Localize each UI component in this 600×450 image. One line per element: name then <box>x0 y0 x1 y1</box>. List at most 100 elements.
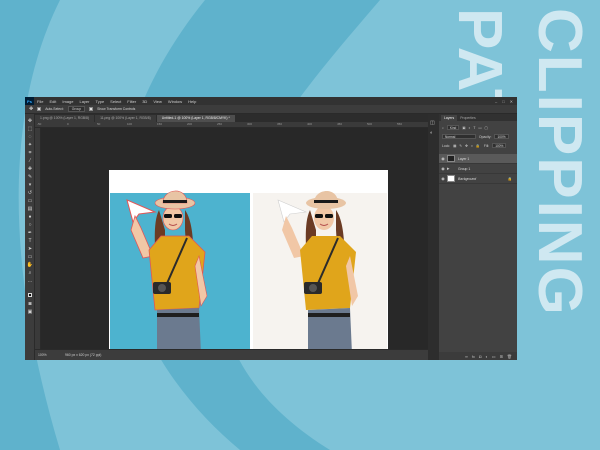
tools-panel: ✥ ⬚ ◌ ✦ ⌗ ⁄ ✚ ✎ ▾ ↺ ▭ ▤ ● ○ ✒ T ➤ ▭ ✋ ⌕ … <box>25 114 35 360</box>
panel-tabs: Layers Properties <box>439 114 517 121</box>
path-select-icon[interactable]: ➤ <box>27 247 33 252</box>
visibility-eye-icon[interactable]: ◉ <box>439 176 447 181</box>
photoshop-window: Ps File Edit Image Layer Type Select Fil… <box>25 97 517 360</box>
fill-input[interactable]: 100% <box>492 143 507 148</box>
mask-icon[interactable]: ◘ <box>479 354 481 359</box>
lasso-icon[interactable]: ◌ <box>27 135 33 140</box>
visibility-eye-icon[interactable]: ◉ <box>439 156 447 161</box>
maximize-button[interactable]: □ <box>502 99 504 104</box>
ruler-tick: 150 <box>157 122 163 126</box>
kind-filter-dropdown[interactable]: Kind <box>446 125 460 130</box>
fill-label: Fill: <box>483 143 490 148</box>
tab-layers[interactable]: Layers <box>441 115 458 121</box>
tab-document-active[interactable]: Untitled-1 @ 100% (Layer 1, RGB/8/CMYK) … <box>156 115 235 122</box>
move-icon[interactable]: ✥ <box>27 119 33 124</box>
trash-icon[interactable]: 🗑 <box>507 354 512 359</box>
ruler-tick: 100 <box>127 122 133 126</box>
search-icon: ⌕ <box>442 125 444 130</box>
layers-panel-footer: ∞ fx ◘ ◐ ▭ ⊞ 🗑 <box>439 352 517 360</box>
ruler-tick: 350 <box>277 122 283 126</box>
brush-icon[interactable]: ✎ <box>27 175 33 180</box>
status-bar: 100% 960 px x 620 px (72 ppi) <box>35 349 428 360</box>
eraser-icon[interactable]: ▭ <box>27 199 33 204</box>
show-transform-checkbox[interactable] <box>89 107 94 111</box>
ruler-tick: 200 <box>187 122 193 126</box>
filter-icons[interactable]: ▣ ◐ T ▭ ▢ <box>462 126 488 130</box>
colors-icon[interactable] <box>27 292 33 297</box>
dodge-icon[interactable]: ○ <box>27 223 33 228</box>
eyedropper-icon[interactable]: ⁄ <box>27 159 33 164</box>
minimize-button[interactable]: – <box>495 99 497 104</box>
type-icon[interactable]: T <box>27 239 33 244</box>
menu-image[interactable]: Image <box>59 99 76 104</box>
visibility-eye-icon[interactable]: ◉ <box>439 166 447 171</box>
ruler-tick: 400 <box>307 122 313 126</box>
menu-help[interactable]: Help <box>185 99 199 104</box>
blend-mode-dropdown[interactable]: Normal <box>442 134 476 139</box>
lock-row: Lock: ▦ ✎ ✥ ⌗ 🔒 Fill: 100% <box>442 143 507 148</box>
layer-row-group-1[interactable]: ◉ ▸ Group 1 <box>439 164 517 174</box>
layer-thumbnail <box>447 175 455 182</box>
document-canvas[interactable] <box>109 170 388 360</box>
menu-type[interactable]: Type <box>93 99 108 104</box>
adjustment-icon[interactable]: ◐ <box>485 354 487 359</box>
magic-wand-icon[interactable]: ✦ <box>27 143 33 148</box>
stamp-icon[interactable]: ▾ <box>27 183 33 188</box>
app-logo: Ps <box>25 97 34 105</box>
side-title: CLIPPING PATH <box>445 8 594 317</box>
auto-select-label: Auto-Select: <box>45 107 64 111</box>
quickmask-icon[interactable]: ◙ <box>27 302 33 307</box>
more-icon[interactable]: … <box>27 279 33 284</box>
history-panel-icon[interactable]: ◫ <box>430 120 435 126</box>
close-button[interactable]: ✕ <box>510 99 513 104</box>
blur-icon[interactable]: ● <box>27 215 33 220</box>
group-icon[interactable]: ▭ <box>492 354 496 359</box>
layer-name: Background <box>458 176 477 181</box>
adjustments-panel-icon[interactable]: ◐ <box>430 130 433 136</box>
menu-window[interactable]: Window <box>165 99 185 104</box>
lock-icons[interactable]: ▦ ✎ ✥ ⌗ 🔒 <box>453 144 481 148</box>
lock-label: Lock: <box>442 143 451 148</box>
auto-select-dropdown[interactable]: Group <box>67 106 86 112</box>
zoom-level[interactable]: 100% <box>38 353 47 357</box>
layer-filter-row: ⌕ Kind ▣ ◐ T ▭ ▢ <box>442 125 489 130</box>
screenmode-icon[interactable]: ▣ <box>27 310 33 315</box>
ruler-tick: 250 <box>217 122 223 126</box>
ruler-tick: 450 <box>337 122 343 126</box>
layers-panel: Layers Properties ⌕ Kind ▣ ◐ T ▭ ▢ Norma… <box>439 114 517 360</box>
move-tool-icon[interactable]: ✥ <box>29 106 33 112</box>
layer-row-layer-1[interactable]: ◉ Layer 1 <box>439 154 517 164</box>
tab-document-2[interactable]: 11.png @ 100% (Layer 1, RGB/8) <box>95 115 156 122</box>
menu-view[interactable]: View <box>150 99 165 104</box>
menu-layer[interactable]: Layer <box>76 99 92 104</box>
healing-icon[interactable]: ✚ <box>27 167 33 172</box>
auto-select-checkbox[interactable] <box>37 107 42 111</box>
gradient-icon[interactable]: ▤ <box>27 207 33 212</box>
menu-filter[interactable]: Filter <box>124 99 139 104</box>
layer-row-background[interactable]: ◉ Background 🔒 <box>439 174 517 184</box>
ruler-tick: 500 <box>367 122 373 126</box>
tab-properties[interactable]: Properties <box>457 115 478 121</box>
tab-document-1[interactable]: 1.png @ 100% (Layer 1, RGB/8) <box>35 115 95 122</box>
opacity-label: Opacity: <box>479 134 492 139</box>
menu-3d[interactable]: 3D <box>139 99 150 104</box>
menu-edit[interactable]: Edit <box>46 99 59 104</box>
crop-icon[interactable]: ⌗ <box>27 151 33 156</box>
menu-file[interactable]: File <box>34 99 46 104</box>
zoom-icon[interactable]: ⌕ <box>27 271 33 276</box>
composite-image <box>110 190 387 354</box>
ruler-tick: 0 <box>67 122 69 126</box>
show-transform-label: Show Transform Controls <box>97 107 136 111</box>
panel-dock-strip: ◫ ◐ <box>428 114 439 360</box>
new-layer-icon[interactable]: ⊞ <box>500 354 503 359</box>
canvas-area[interactable] <box>41 128 428 360</box>
opacity-input[interactable]: 100% <box>494 134 509 139</box>
shape-icon[interactable]: ▭ <box>27 255 33 260</box>
hand-icon[interactable]: ✋ <box>27 263 33 268</box>
fx-icon[interactable]: fx <box>472 354 475 359</box>
pen-icon[interactable]: ✒ <box>27 231 33 236</box>
marquee-icon[interactable]: ⬚ <box>27 127 33 132</box>
history-brush-icon[interactable]: ↺ <box>27 191 33 196</box>
menu-select[interactable]: Select <box>107 99 124 104</box>
link-icon[interactable]: ∞ <box>465 354 468 359</box>
